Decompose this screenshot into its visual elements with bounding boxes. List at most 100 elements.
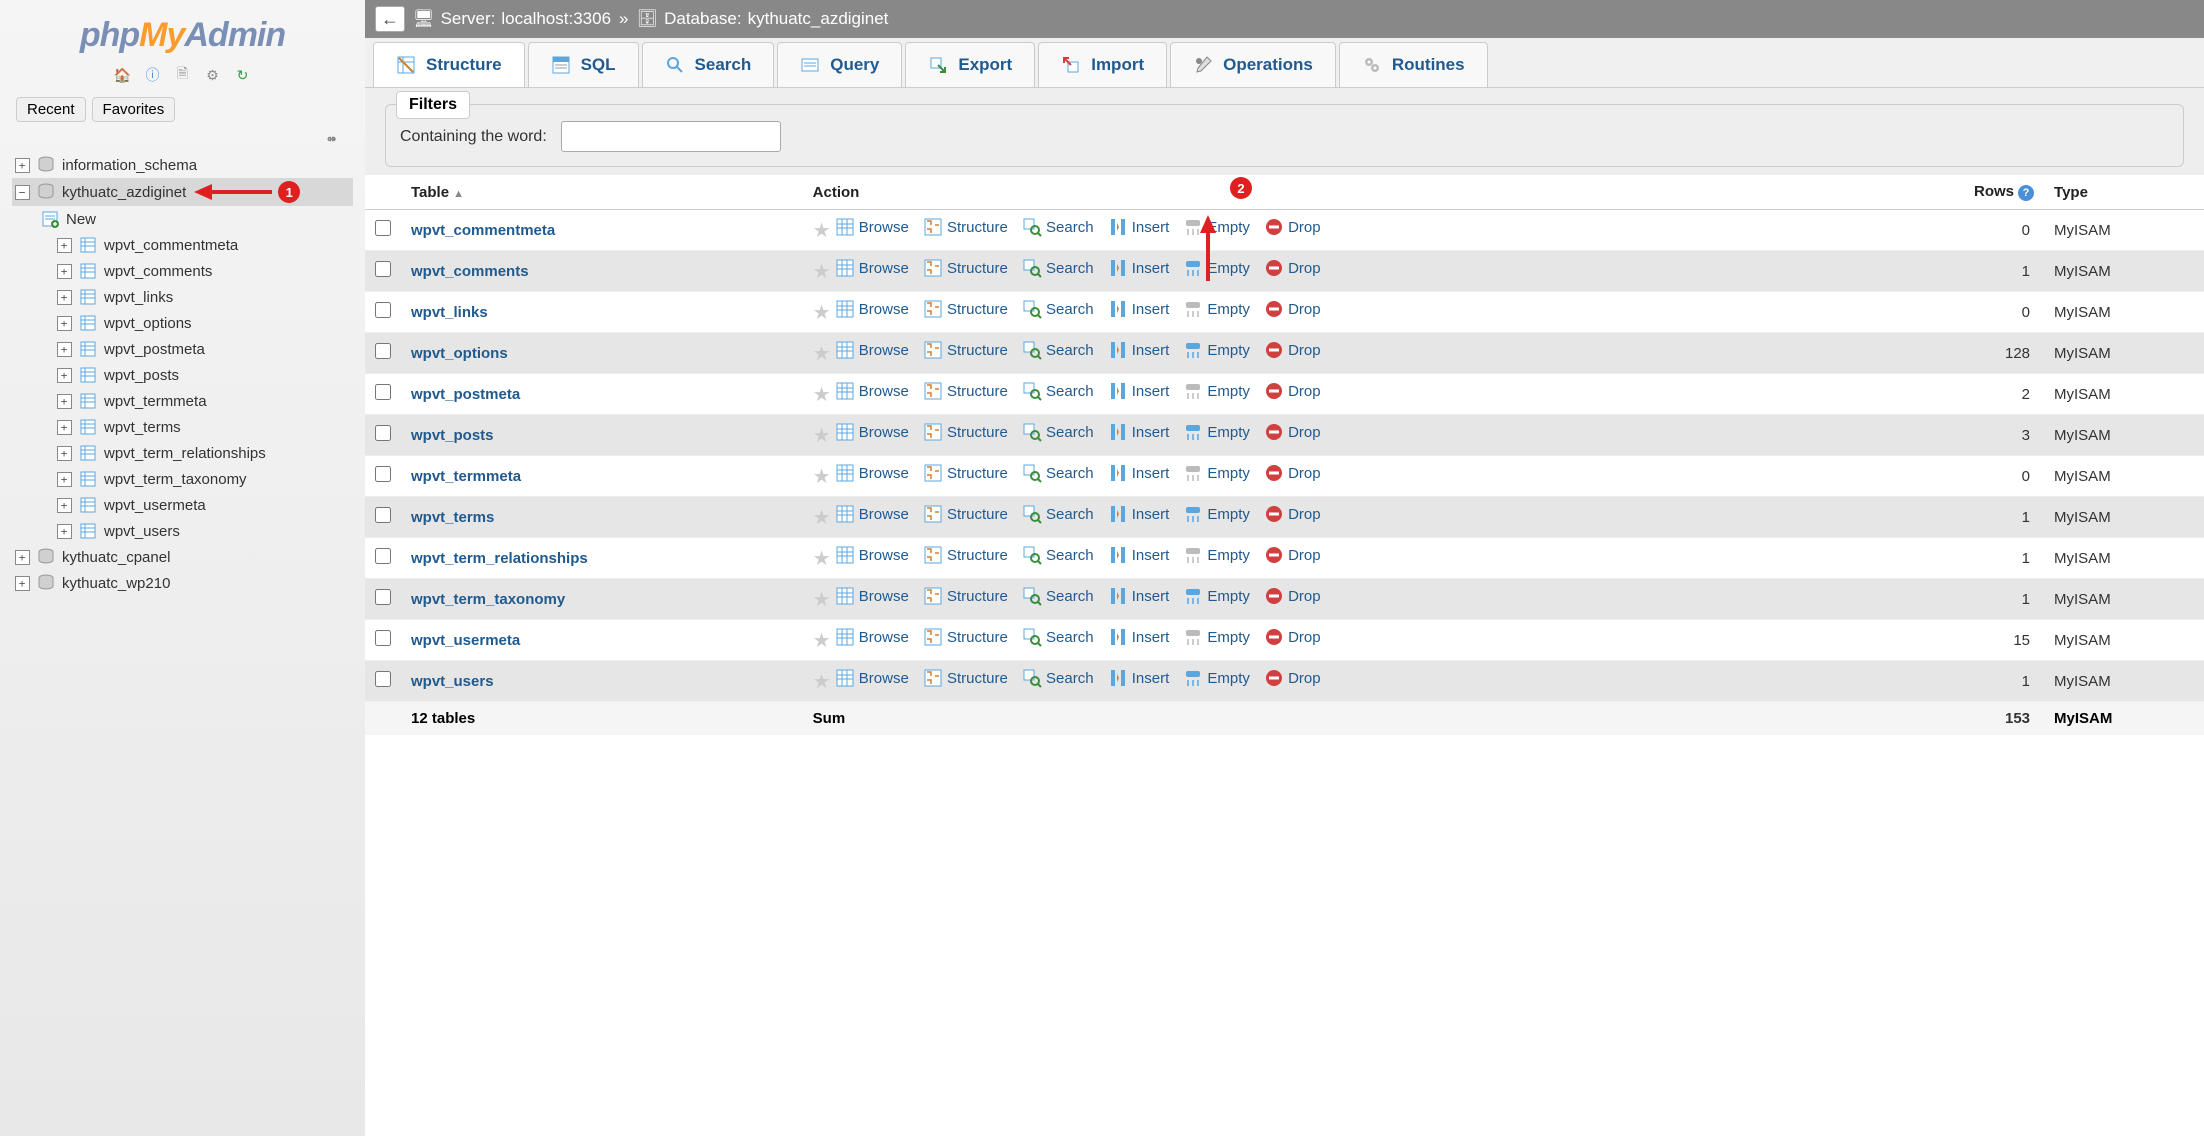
action-insert[interactable]: Insert <box>1108 627 1170 647</box>
expander-icon[interactable]: + <box>54 391 74 411</box>
row-checkbox[interactable] <box>375 466 391 482</box>
table-name-link[interactable]: wpvt_term_relationships <box>411 550 588 567</box>
expander-icon[interactable]: + <box>54 521 74 541</box>
row-checkbox[interactable] <box>375 548 391 564</box>
favorite-star-icon[interactable]: ★ <box>813 671 831 693</box>
favorite-star-icon[interactable]: ★ <box>813 384 831 406</box>
action-drop[interactable]: Drop <box>1264 586 1321 606</box>
action-drop[interactable]: Drop <box>1264 299 1321 319</box>
favorite-star-icon[interactable]: ★ <box>813 630 831 652</box>
expander-icon[interactable]: − <box>12 182 32 202</box>
table-name-link[interactable]: wpvt_commentmeta <box>411 222 555 239</box>
action-structure[interactable]: Structure <box>923 258 1008 278</box>
action-structure[interactable]: Structure <box>923 381 1008 401</box>
action-search[interactable]: Search <box>1022 463 1094 483</box>
breadcrumb-server-value[interactable]: localhost:3306 <box>501 9 611 29</box>
action-browse[interactable]: Browse <box>835 381 909 401</box>
breadcrumb-db-value[interactable]: kythuatc_azdiginet <box>748 9 889 29</box>
action-insert[interactable]: Insert <box>1108 217 1170 237</box>
action-empty[interactable]: Empty <box>1183 299 1250 319</box>
favorite-star-icon[interactable]: ★ <box>813 466 831 488</box>
action-insert[interactable]: Insert <box>1108 299 1170 319</box>
action-browse[interactable]: Browse <box>835 299 909 319</box>
tree-item-wpvt_users[interactable]: +wpvt_users <box>12 518 353 544</box>
home-icon[interactable]: 🏠 <box>111 63 135 87</box>
tree-item-wpvt_options[interactable]: +wpvt_options <box>12 310 353 336</box>
action-insert[interactable]: Insert <box>1108 340 1170 360</box>
tree-item-wpvt_posts[interactable]: +wpvt_posts <box>12 362 353 388</box>
expander-icon[interactable]: + <box>12 155 32 175</box>
expander-icon[interactable]: + <box>54 235 74 255</box>
tab-search[interactable]: Search <box>642 42 775 87</box>
action-browse[interactable]: Browse <box>835 258 909 278</box>
action-empty[interactable]: Empty <box>1183 668 1250 688</box>
favorite-star-icon[interactable]: ★ <box>813 220 831 242</box>
tab-export[interactable]: Export <box>905 42 1035 87</box>
action-structure[interactable]: Structure <box>923 217 1008 237</box>
table-name-link[interactable]: wpvt_comments <box>411 263 529 280</box>
settings-gear-icon[interactable]: ⚙ <box>201 63 225 87</box>
filter-input[interactable] <box>561 121 781 152</box>
row-checkbox[interactable] <box>375 589 391 605</box>
row-checkbox[interactable] <box>375 630 391 646</box>
help-icon[interactable]: ? <box>2018 185 2034 201</box>
panel-tab-recent[interactable]: Recent <box>16 97 86 122</box>
table-name-link[interactable]: wpvt_usermeta <box>411 632 520 649</box>
action-empty[interactable]: Empty <box>1183 586 1250 606</box>
expander-icon[interactable]: + <box>54 287 74 307</box>
action-search[interactable]: Search <box>1022 545 1094 565</box>
action-empty[interactable]: Empty <box>1183 381 1250 401</box>
favorite-star-icon[interactable]: ★ <box>813 425 831 447</box>
expander-icon[interactable]: + <box>54 495 74 515</box>
action-insert[interactable]: Insert <box>1108 504 1170 524</box>
expander-icon[interactable]: + <box>54 365 74 385</box>
action-structure[interactable]: Structure <box>923 586 1008 606</box>
action-search[interactable]: Search <box>1022 504 1094 524</box>
tree-item-wpvt_postmeta[interactable]: +wpvt_postmeta <box>12 336 353 362</box>
action-browse[interactable]: Browse <box>835 463 909 483</box>
action-drop[interactable]: Drop <box>1264 545 1321 565</box>
action-search[interactable]: Search <box>1022 258 1094 278</box>
refresh-icon[interactable]: ↻ <box>231 63 255 87</box>
action-insert[interactable]: Insert <box>1108 586 1170 606</box>
expander-icon[interactable]: + <box>12 573 32 593</box>
action-browse[interactable]: Browse <box>835 586 909 606</box>
expander-icon[interactable]: + <box>54 443 74 463</box>
action-empty[interactable]: Empty <box>1183 217 1250 237</box>
tree-item-New[interactable]: New <box>12 206 353 232</box>
action-insert[interactable]: Insert <box>1108 545 1170 565</box>
tree-item-wpvt_term_relationships[interactable]: +wpvt_term_relationships <box>12 440 353 466</box>
action-search[interactable]: Search <box>1022 668 1094 688</box>
back-button[interactable]: ← <box>375 6 405 32</box>
expander-icon[interactable]: + <box>54 339 74 359</box>
action-drop[interactable]: Drop <box>1264 463 1321 483</box>
col-rows[interactable]: Rows? <box>1881 175 2044 210</box>
tab-sql[interactable]: SQL <box>528 42 639 87</box>
tree-item-wpvt_termmeta[interactable]: +wpvt_termmeta <box>12 388 353 414</box>
action-empty[interactable]: Empty <box>1183 340 1250 360</box>
action-browse[interactable]: Browse <box>835 422 909 442</box>
action-browse[interactable]: Browse <box>835 668 909 688</box>
action-drop[interactable]: Drop <box>1264 258 1321 278</box>
db-item-kythuatc_azdiginet[interactable]: − kythuatc_azdiginet 1 <box>12 178 353 206</box>
tree-item-wpvt_term_taxonomy[interactable]: +wpvt_term_taxonomy <box>12 466 353 492</box>
action-browse[interactable]: Browse <box>835 217 909 237</box>
db-item-information_schema[interactable]: + information_schema <box>12 152 353 178</box>
action-insert[interactable]: Insert <box>1108 258 1170 278</box>
action-structure[interactable]: Structure <box>923 668 1008 688</box>
favorite-star-icon[interactable]: ★ <box>813 589 831 611</box>
tab-routines[interactable]: Routines <box>1339 42 1488 87</box>
action-search[interactable]: Search <box>1022 381 1094 401</box>
row-checkbox[interactable] <box>375 507 391 523</box>
action-empty[interactable]: Empty <box>1183 627 1250 647</box>
tree-item-wpvt_usermeta[interactable]: +wpvt_usermeta <box>12 492 353 518</box>
db-item-kythuatc_cpanel[interactable]: + kythuatc_cpanel <box>12 544 353 570</box>
link-icon-row[interactable] <box>4 128 361 152</box>
row-checkbox[interactable] <box>375 343 391 359</box>
action-browse[interactable]: Browse <box>835 545 909 565</box>
panel-tab-favorites[interactable]: Favorites <box>92 97 176 122</box>
action-drop[interactable]: Drop <box>1264 627 1321 647</box>
action-insert[interactable]: Insert <box>1108 422 1170 442</box>
tab-operations[interactable]: Operations <box>1170 42 1336 87</box>
action-browse[interactable]: Browse <box>835 627 909 647</box>
